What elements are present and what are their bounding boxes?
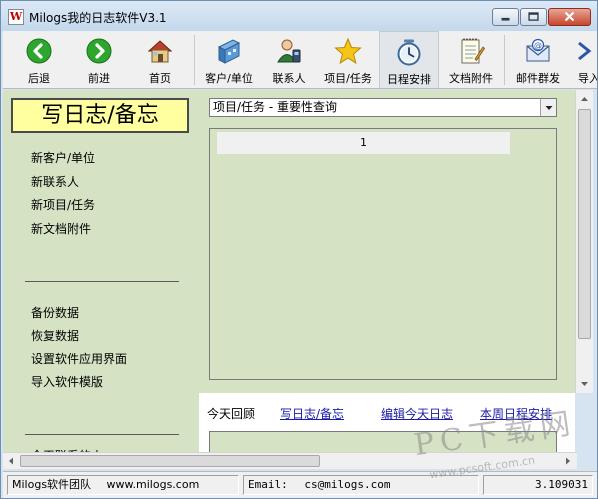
bottom-tab-strip: 今天回顾 写日志/备忘 编辑今天日志 本周日程安排	[199, 405, 575, 425]
minimize-button[interactable]	[492, 8, 519, 26]
nav-divider	[25, 434, 179, 435]
documents-label: 文档附件	[449, 72, 493, 85]
status-team-cell: Milogs软件团队 www.milogs.com	[7, 475, 239, 495]
clock-icon	[397, 39, 421, 66]
customer-button[interactable]: 客户/单位	[197, 31, 261, 88]
status-email-label: Email:	[248, 478, 288, 491]
app-window: W Milogs我的日志软件V3.1 后退 前进 首页 客户/单位 联系人 项目…	[0, 0, 598, 499]
tab-write-log[interactable]: 写日志/备忘	[280, 405, 344, 422]
projects-button[interactable]: 项目/任务	[317, 31, 379, 88]
home-icon	[147, 40, 173, 63]
svg-text:@: @	[534, 41, 542, 50]
new-document-link[interactable]: 新文档附件	[31, 220, 91, 237]
write-log-button[interactable]: 写日志/备忘	[11, 98, 189, 133]
left-nav-panel: 写日志/备忘 新客户/单位 新联系人 新项目/任务 新文档附件 备份数据 恢复数…	[3, 90, 199, 461]
new-contact-link[interactable]: 新联系人	[31, 173, 79, 190]
mass-mail-button[interactable]: @ 邮件群发	[507, 31, 569, 88]
import-icon	[578, 41, 592, 61]
status-version: 3.109031	[535, 478, 588, 491]
home-label: 首页	[149, 72, 171, 85]
title-bar[interactable]: W Milogs我的日志软件V3.1	[1, 1, 597, 31]
back-arrow-icon	[26, 38, 52, 64]
toolbar-separator	[504, 35, 505, 85]
backup-data-link[interactable]: 备份数据	[31, 304, 79, 321]
vertical-scrollbar[interactable]	[575, 90, 593, 393]
status-team: Milogs软件团队	[12, 478, 92, 491]
schedule-button[interactable]: 日程安排	[379, 31, 439, 88]
forward-label: 前进	[88, 72, 110, 85]
contacts-label: 联系人	[272, 72, 306, 85]
minimize-icon	[501, 17, 510, 21]
new-project-link[interactable]: 新项目/任务	[31, 196, 95, 213]
query-type-value: 项目/任务 - 重要性查询	[213, 100, 338, 114]
main-content: 项目/任务 - 重要性查询 1	[199, 90, 575, 393]
mail-icon: @	[526, 38, 550, 62]
vertical-scroll-thumb[interactable]	[578, 109, 591, 339]
star-icon	[334, 37, 362, 65]
import-template-link[interactable]: 导入软件模版	[31, 373, 103, 390]
ui-settings-link[interactable]: 设置软件应用界面	[31, 350, 127, 367]
documents-button[interactable]: 文档附件	[440, 31, 502, 88]
import-label: 导入	[578, 72, 597, 85]
customer-label: 客户/单位	[205, 72, 253, 85]
status-email: cs@milogs.com	[304, 478, 391, 491]
mass-mail-label: 邮件群发	[516, 72, 560, 85]
close-icon	[564, 11, 575, 22]
forward-button[interactable]: 前进	[67, 31, 131, 88]
bottom-tab-area: 今天回顾 写日志/备忘 编辑今天日志 本周日程安排	[199, 393, 575, 461]
new-customer-link[interactable]: 新客户/单位	[31, 149, 95, 166]
horizontal-scrollbar[interactable]	[3, 452, 577, 469]
horizontal-scroll-thumb[interactable]	[20, 455, 320, 467]
notepad-icon	[461, 38, 485, 64]
window-title: Milogs我的日志软件V3.1	[29, 11, 167, 25]
query-type-select[interactable]: 项目/任务 - 重要性查询	[209, 98, 557, 117]
status-bar: Milogs软件团队 www.milogs.com Email: cs@milo…	[3, 471, 597, 498]
back-button[interactable]: 后退	[7, 31, 71, 88]
status-email-cell: Email: cs@milogs.com	[243, 475, 479, 495]
home-button[interactable]: 首页	[129, 31, 191, 88]
scroll-right-icon[interactable]	[559, 453, 576, 469]
tab-weekly-schedule[interactable]: 本周日程安排	[480, 405, 552, 422]
grid-column-header[interactable]: 1	[217, 132, 510, 154]
status-website: www.milogs.com	[106, 478, 200, 491]
schedule-label: 日程安排	[387, 73, 431, 86]
dropdown-arrow-button[interactable]	[540, 99, 556, 116]
import-button[interactable]: 导入	[569, 31, 597, 88]
status-version-cell: 3.109031	[483, 475, 593, 495]
projects-label: 项目/任务	[324, 72, 372, 85]
nav-divider	[25, 281, 179, 282]
maximize-icon	[528, 12, 539, 21]
app-logo-icon: W	[8, 9, 24, 25]
main-toolbar: 后退 前进 首页 客户/单位 联系人 项目/任务 日程安排 文档附件 @ 邮件群…	[3, 31, 597, 89]
contacts-button[interactable]: 联系人	[262, 31, 316, 88]
scroll-up-icon[interactable]	[576, 91, 593, 108]
back-label: 后退	[28, 72, 50, 85]
maximize-button[interactable]	[520, 8, 547, 26]
restore-data-link[interactable]: 恢复数据	[31, 327, 79, 344]
chevron-down-icon	[545, 106, 553, 110]
building-icon	[217, 39, 241, 64]
results-grid[interactable]: 1	[209, 128, 557, 380]
tab-edit-today-log[interactable]: 编辑今天日志	[381, 405, 453, 422]
scroll-left-icon[interactable]	[3, 453, 20, 469]
contact-person-icon	[277, 39, 301, 63]
tab-today-review[interactable]: 今天回顾	[207, 405, 255, 422]
toolbar-separator	[194, 35, 195, 85]
close-button[interactable]	[548, 8, 591, 26]
scroll-down-icon[interactable]	[576, 375, 593, 392]
forward-arrow-icon	[86, 38, 112, 64]
